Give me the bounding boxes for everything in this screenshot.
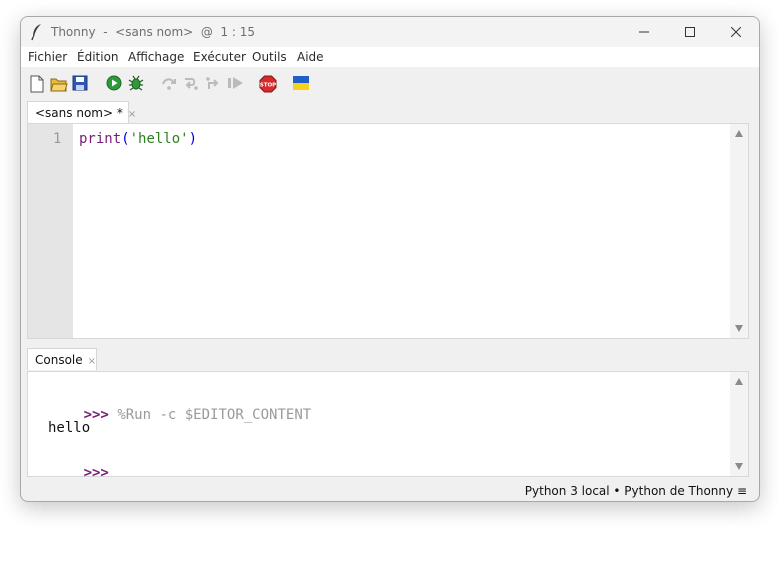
menu-outils[interactable]: Outils xyxy=(252,50,287,64)
console-scrollbar[interactable] xyxy=(730,372,748,476)
scroll-down-icon[interactable] xyxy=(735,463,743,470)
open-file-button[interactable] xyxy=(50,75,68,93)
shell-console[interactable]: >>> %Run -c $EDITOR_CONTENT hello >>> xyxy=(27,371,749,481)
menu-aide[interactable]: Aide xyxy=(297,50,324,64)
run-icon xyxy=(106,75,122,91)
scroll-up-icon[interactable] xyxy=(735,130,743,137)
menu-bar: Fichier Édition Affichage Exécuter Outil… xyxy=(21,47,759,67)
code-string: 'hello' xyxy=(129,131,189,147)
line-number-gutter: 1 xyxy=(28,124,73,338)
step-into-icon xyxy=(185,78,198,90)
stop-button[interactable]: STOP xyxy=(259,75,277,93)
step-out-icon xyxy=(206,77,219,89)
resume-button[interactable] xyxy=(227,75,245,93)
status-bar: Python 3 local • Python de Thonny ≡ xyxy=(21,479,759,501)
interpreter-status[interactable]: Python 3 local • Python de Thonny ≡ xyxy=(525,484,747,498)
code-line[interactable]: print('hello') xyxy=(79,131,197,147)
console-tab-strip: Console × xyxy=(27,348,753,370)
window-title: Thonny - <sans nom> @ 1 : 15 xyxy=(51,25,256,39)
maximize-button[interactable] xyxy=(667,17,713,47)
code-editor[interactable]: 1 print('hello') xyxy=(27,123,749,339)
debug-button[interactable] xyxy=(128,75,146,93)
debug-icon xyxy=(128,75,144,91)
menu-affichage[interactable]: Affichage xyxy=(128,50,184,64)
close-icon xyxy=(731,27,741,37)
console-output: hello xyxy=(48,420,91,436)
scroll-down-icon[interactable] xyxy=(735,325,743,332)
step-out-button[interactable] xyxy=(205,75,223,93)
tab-label: <sans nom> * xyxy=(35,106,123,120)
run-button[interactable] xyxy=(106,75,124,93)
code-function-name: print xyxy=(79,131,122,147)
scroll-up-icon[interactable] xyxy=(735,378,743,385)
menu-executer[interactable]: Exécuter xyxy=(193,50,246,64)
save-icon xyxy=(72,75,88,91)
resume-icon xyxy=(228,77,243,89)
tab-close-icon[interactable]: × xyxy=(128,109,136,120)
step-over-icon xyxy=(162,78,176,90)
tab-sans-nom[interactable]: <sans nom> * × xyxy=(27,101,136,123)
console-command: %Run -c $EDITOR_CONTENT xyxy=(117,407,312,423)
close-window-button[interactable] xyxy=(713,17,759,47)
editor-tab-strip: <sans nom> * × xyxy=(27,101,753,123)
minimize-button[interactable] xyxy=(621,17,667,47)
menu-fichier[interactable]: Fichier xyxy=(28,50,67,64)
title-bar[interactable]: Thonny - <sans nom> @ 1 : 15 xyxy=(21,17,759,47)
stop-label: STOP xyxy=(260,83,276,89)
maximize-icon xyxy=(685,27,695,37)
menu-edition[interactable]: Édition xyxy=(77,50,119,64)
thonny-window: Thonny - <sans nom> @ 1 : 15 Fichier Édi… xyxy=(20,16,760,502)
minimize-icon xyxy=(639,31,649,33)
console-tab-label: Console xyxy=(35,353,83,367)
new-file-button[interactable] xyxy=(29,75,47,93)
console-tab-close-icon[interactable]: × xyxy=(88,356,96,367)
editor-scrollbar[interactable] xyxy=(730,124,748,338)
open-file-icon xyxy=(50,78,68,92)
save-button[interactable] xyxy=(72,75,90,93)
step-into-button[interactable] xyxy=(183,75,201,93)
ukraine-support-button[interactable] xyxy=(293,75,311,93)
ukraine-flag-icon xyxy=(293,76,309,90)
code-paren-close: ) xyxy=(188,131,198,147)
new-file-icon xyxy=(30,75,44,93)
line-number: 1 xyxy=(53,131,62,147)
toolbar: STOP xyxy=(21,67,759,101)
tab-console[interactable]: Console × xyxy=(27,348,97,370)
stop-icon: STOP xyxy=(259,75,277,93)
thonny-feather-icon xyxy=(31,24,41,41)
code-paren-open: ( xyxy=(121,131,130,147)
step-over-button[interactable] xyxy=(161,75,179,93)
